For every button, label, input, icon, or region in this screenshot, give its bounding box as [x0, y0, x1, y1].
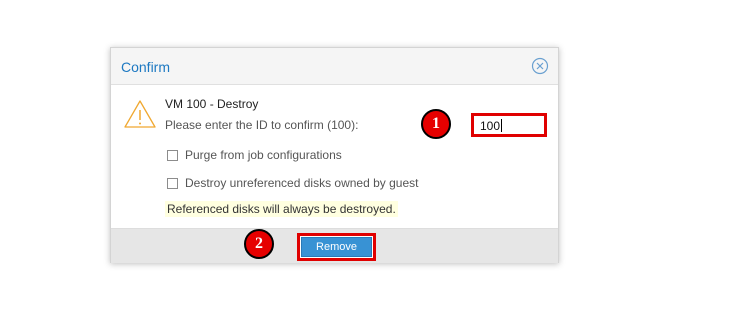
warning-icon — [124, 100, 156, 128]
dialog-footer: Remove — [111, 228, 558, 263]
destroy-disks-checkbox[interactable] — [167, 177, 178, 189]
dialog-heading: VM 100 - Destroy — [165, 97, 259, 111]
step-1-badge: 1 — [421, 109, 451, 139]
remove-button-highlight: Remove — [297, 233, 376, 261]
purge-option[interactable]: Purge from job configurations — [167, 147, 342, 163]
confirm-id-value: 100 — [480, 119, 501, 133]
close-icon[interactable] — [531, 57, 549, 75]
purge-label: Purge from job configurations — [185, 148, 342, 162]
text-caret — [501, 119, 503, 132]
confirm-dialog: Confirm VM 100 - Destroy Please enter th… — [110, 47, 559, 263]
dialog-titlebar: Confirm — [111, 48, 558, 85]
confirm-prompt: Please enter the ID to confirm (100): — [165, 118, 359, 132]
purge-checkbox[interactable] — [167, 149, 178, 161]
destroy-disks-label: Destroy unreferenced disks owned by gues… — [185, 176, 419, 190]
referenced-disks-note: Referenced disks will always be destroye… — [165, 201, 398, 217]
confirm-id-input[interactable]: 100 — [471, 113, 547, 137]
step-2-badge: 2 — [244, 229, 274, 259]
dialog-title: Confirm — [121, 59, 171, 75]
destroy-disks-option[interactable]: Destroy unreferenced disks owned by gues… — [167, 175, 418, 191]
remove-button[interactable]: Remove — [301, 237, 372, 257]
